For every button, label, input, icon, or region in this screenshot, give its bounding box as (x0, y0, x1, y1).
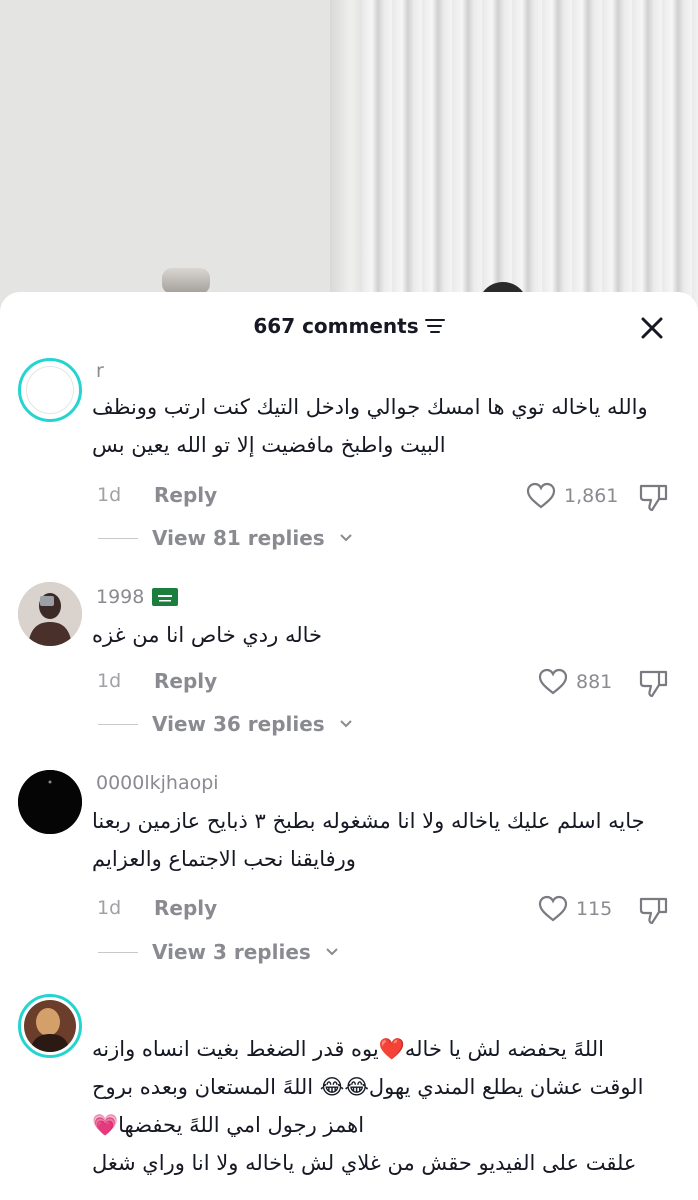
wall-corner (330, 0, 364, 330)
comment-line: خاله ردي خاص انا من غزه (92, 623, 322, 647)
thumbs-down-icon (639, 897, 668, 925)
comment-line: اهمز رجول امي اللهً يحفضها💗 (92, 1113, 365, 1137)
comment-text: جايه اسلم عليك ياخاله ولا انا مشغوله بطب… (92, 802, 674, 878)
profile-photo (18, 582, 82, 646)
profile-photo (18, 770, 82, 834)
comment-line: اللهً يحفضه لش يا خاله❤️يوه قدر الضغط بغ… (92, 1037, 604, 1061)
comment-line: جايه اسلم عليك ياخاله ولا انا مشغوله بطب… (92, 809, 645, 833)
comments-sheet: 667 comments r والله ياخاله توي ها امسك … (0, 292, 698, 1200)
comment-line: البيت واطبخ مافضيت إلا تو الله يعين بس (92, 433, 446, 457)
comment-item: 1998 خاله ردي خاص انا من غزه 1d Reply 88… (0, 574, 698, 744)
view-replies-button[interactable]: View 3 replies (98, 940, 339, 964)
comment-time: 1d (97, 484, 122, 506)
comment-time: 1d (97, 897, 122, 919)
chevron-down-icon (326, 948, 338, 956)
username-text: 1998 (96, 586, 145, 608)
comment-text: خاله ردي خاص انا من غزه (92, 616, 674, 654)
avatar[interactable] (18, 358, 82, 422)
dislike-button[interactable] (638, 482, 670, 516)
view-replies-label: View 81 replies (152, 526, 325, 550)
comment-time: 1d (97, 670, 122, 692)
comment-count-wrap: 667 comments (0, 314, 698, 338)
close-icon (641, 317, 663, 339)
comment-line: والله ياخاله توي ها امسك جوالي وادخل الت… (92, 395, 648, 419)
dislike-button[interactable] (638, 668, 670, 702)
view-replies-label: View 3 replies (152, 940, 311, 964)
reply-button[interactable]: Reply (154, 896, 217, 920)
chevron-down-icon (340, 720, 352, 728)
like-button[interactable]: 115 (538, 895, 612, 923)
view-replies-button[interactable]: View 36 replies (98, 712, 353, 736)
thumbs-down-icon (639, 670, 668, 698)
close-button[interactable] (636, 312, 668, 344)
comment-line: علقت على الفيديو حقش من غلاي لش ياخاله و… (92, 1151, 637, 1175)
comment-text: والله ياخاله توي ها امسك جوالي وادخل الت… (92, 388, 674, 464)
like-button[interactable]: 1,861 (526, 482, 618, 510)
like-count: 881 (576, 671, 613, 693)
saudi-flag-icon (152, 588, 179, 606)
comment-item: r والله ياخاله توي ها امسك جوالي وادخل ا… (0, 350, 698, 560)
heart-outline-icon (538, 668, 568, 695)
view-replies-button[interactable]: View 81 replies (98, 526, 353, 550)
comment-line: ورفايقنا نحب الاجتماع والعزايم (92, 847, 356, 871)
comment-username[interactable]: 0000lkjhaopi (96, 772, 219, 794)
thumbs-down-icon (639, 484, 668, 512)
heart-outline-icon (538, 895, 568, 922)
comment-username[interactable]: r (96, 360, 104, 382)
divider-line (98, 537, 138, 539)
comment-count: 667 comments (253, 314, 419, 338)
video-background (0, 0, 698, 330)
curtain (362, 0, 698, 330)
comment-line: الوقت عشان يطلع المندي يهول😂😂 اللهً المس… (92, 1075, 644, 1099)
like-count: 1,861 (564, 485, 619, 507)
comment-item: اللهً يحفضه لش يا خاله❤️يوه قدر الضغط بغ… (0, 988, 698, 1200)
view-replies-label: View 36 replies (152, 712, 325, 736)
profile-photo (24, 1000, 76, 1052)
door-knob (162, 268, 210, 294)
divider-line (98, 723, 138, 725)
like-button[interactable]: 881 (538, 668, 612, 696)
chevron-down-icon (340, 534, 352, 542)
comment-username[interactable]: 1998 (96, 586, 179, 608)
heart-outline-icon (526, 482, 556, 509)
comment-text: اللهً يحفضه لش يا خاله❤️يوه قدر الضغط بغ… (92, 1030, 674, 1182)
avatar[interactable] (18, 994, 82, 1058)
filter-lines-icon[interactable] (424, 318, 445, 334)
avatar[interactable] (18, 582, 82, 646)
divider-line (98, 951, 138, 953)
dislike-button[interactable] (638, 895, 670, 929)
reply-button[interactable]: Reply (154, 669, 217, 693)
reply-button[interactable]: Reply (154, 483, 217, 507)
like-count: 115 (576, 898, 613, 920)
avatar[interactable] (18, 770, 82, 834)
comment-item: 0000lkjhaopi جايه اسلم عليك ياخاله ولا ا… (0, 760, 698, 970)
